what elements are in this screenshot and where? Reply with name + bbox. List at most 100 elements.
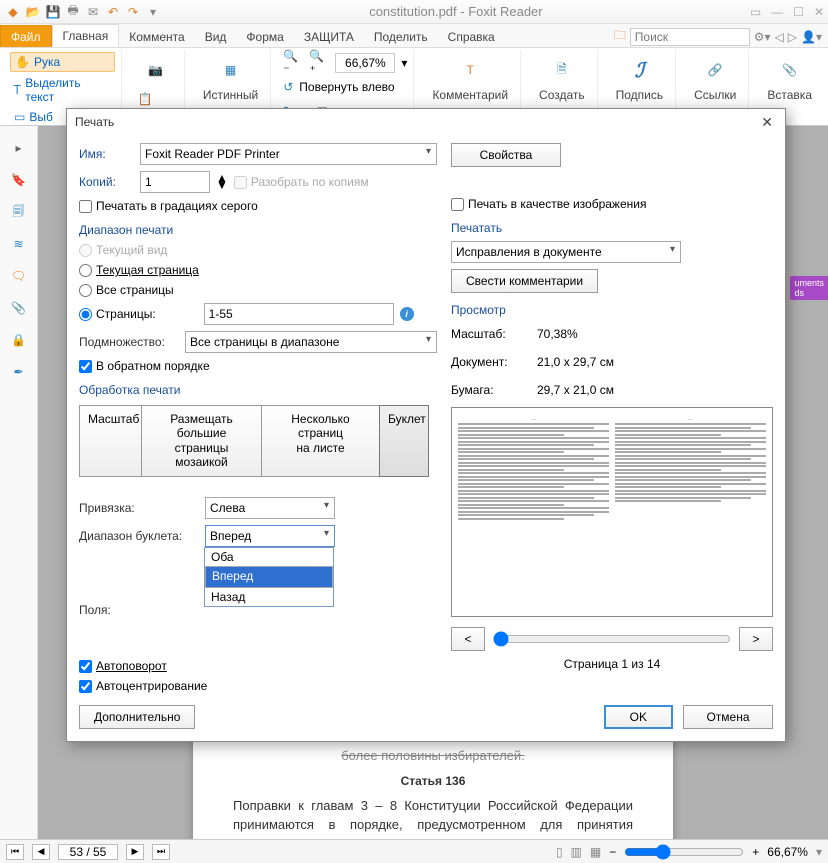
sidebar-expand-icon[interactable]: ▸: [7, 136, 31, 160]
security-icon[interactable]: 🔒: [7, 328, 31, 352]
tab-home[interactable]: Главная: [52, 24, 120, 47]
advanced-button[interactable]: Дополнительно: [79, 705, 195, 729]
select-text-label: Выделить текст: [25, 76, 111, 104]
settings-icon[interactable]: ⚙▾: [754, 30, 771, 44]
view-single-icon[interactable]: ▯: [556, 845, 563, 859]
autocenter-checkbox[interactable]: [79, 680, 92, 693]
ribbon-min-icon[interactable]: ▭: [750, 5, 761, 19]
all-pages-radio[interactable]: [79, 284, 92, 297]
reverse-checkbox[interactable]: [79, 360, 92, 373]
search-input[interactable]: [630, 28, 750, 46]
last-page-button[interactable]: ⏭: [152, 844, 170, 860]
preview-page-left: —: [458, 414, 609, 610]
layers-icon[interactable]: ≋: [7, 232, 31, 256]
sign-button[interactable]: ℐПодпись: [610, 52, 670, 104]
zoom-in-status-icon[interactable]: +: [752, 845, 759, 859]
bookmarks-icon[interactable]: 🔖: [7, 168, 31, 192]
zoom-in-icon[interactable]: 🔍⁺: [309, 49, 329, 77]
print-icon[interactable]: 🖶: [64, 3, 82, 21]
subset-select[interactable]: [185, 331, 437, 353]
booklet-range-dropdown[interactable]: Оба Вперед Назад: [204, 547, 334, 607]
insert-icon: 📎: [774, 54, 806, 86]
prev-page-button[interactable]: ◀: [32, 844, 50, 860]
handling-booklet-button[interactable]: Буклет: [379, 405, 429, 477]
tab-form[interactable]: Форма: [236, 26, 293, 47]
zoom-dropdown-icon[interactable]: ▾: [401, 56, 407, 70]
zoom-out-icon[interactable]: 🔍⁻: [283, 49, 303, 77]
pages-input[interactable]: [204, 303, 394, 325]
handling-multi-button[interactable]: Несколько страниц на листе: [261, 405, 379, 477]
redo-icon[interactable]: ↷: [124, 3, 142, 21]
print-as-image-label: Печать в качестве изображения: [468, 197, 646, 211]
tab-file[interactable]: Файл: [0, 25, 52, 47]
user-icon[interactable]: 👤▾: [801, 30, 822, 44]
email-icon[interactable]: ✉: [84, 3, 102, 21]
actual-size-button[interactable]: ▦Истинный: [197, 52, 264, 104]
zoom-slider[interactable]: [624, 844, 744, 860]
maximize-icon[interactable]: ☐: [793, 5, 804, 19]
clipboard-button[interactable]: 📋: [134, 90, 178, 108]
nav-back-icon[interactable]: ◁: [775, 30, 784, 44]
tab-share[interactable]: Поделить: [364, 26, 438, 47]
booklet-opt-front[interactable]: Вперед: [205, 566, 333, 588]
cancel-button[interactable]: Отмена: [683, 705, 773, 729]
handling-tile-button[interactable]: Размещать большие страницы мозаикой: [141, 405, 261, 477]
close-icon[interactable]: ✕: [814, 5, 824, 19]
tab-help[interactable]: Справка: [438, 26, 505, 47]
current-page-radio[interactable]: [79, 264, 92, 277]
properties-button[interactable]: Свойства: [451, 143, 561, 167]
preview-next-button[interactable]: >: [739, 627, 773, 651]
create-button[interactable]: 🗎Создать: [533, 52, 591, 104]
tab-comment[interactable]: Коммента: [119, 26, 195, 47]
dialog-close-button[interactable]: ✕: [757, 114, 777, 131]
save-icon[interactable]: 💾: [44, 3, 62, 21]
booklet-range-select[interactable]: [205, 525, 335, 547]
booklet-opt-both[interactable]: Оба: [205, 548, 333, 566]
binding-select[interactable]: [205, 497, 335, 519]
preview-prev-button[interactable]: <: [451, 627, 485, 651]
copies-input[interactable]: [140, 171, 210, 193]
qat-dropdown-icon[interactable]: ▾: [144, 3, 162, 21]
comment-button[interactable]: TКомментарий: [426, 52, 514, 104]
preview-slider[interactable]: [493, 631, 731, 647]
info-icon[interactable]: i: [400, 307, 414, 321]
insert-button[interactable]: 📎Вставка: [761, 52, 818, 104]
grayscale-checkbox[interactable]: [79, 200, 92, 213]
tab-view[interactable]: Вид: [195, 26, 237, 47]
links-button[interactable]: 🔗Ссылки: [688, 52, 742, 104]
print-as-image-checkbox[interactable]: [451, 198, 464, 211]
zoom-status-dropdown-icon[interactable]: ▾: [816, 845, 822, 859]
printer-select[interactable]: [140, 143, 437, 165]
open-icon[interactable]: 📂: [24, 3, 42, 21]
signatures-icon[interactable]: ✒: [7, 360, 31, 384]
comments-icon[interactable]: 🗨: [7, 264, 31, 288]
link-icon: 🔗: [699, 54, 731, 86]
side-tab[interactable]: umentsds: [790, 276, 828, 300]
summarize-button[interactable]: Свести комментарии: [451, 269, 598, 293]
booklet-opt-back[interactable]: Назад: [205, 588, 333, 606]
select-text-button[interactable]: ᎢВыделить текст: [10, 74, 115, 106]
minimize-icon[interactable]: —: [771, 5, 783, 19]
view-facing-icon[interactable]: ▦: [590, 845, 601, 859]
nav-fwd-icon[interactable]: ▷: [788, 30, 797, 44]
search-folder-icon[interactable]: 🗀: [614, 26, 626, 47]
snapshot-button[interactable]: 📷: [134, 52, 178, 88]
copies-down-icon[interactable]: ▼: [216, 182, 228, 189]
pages-icon[interactable]: 🗐: [7, 200, 31, 224]
hand-tool-button[interactable]: ✋Рука: [10, 52, 115, 72]
undo-icon[interactable]: ↶: [104, 3, 122, 21]
zoom-out-status-icon[interactable]: −: [609, 845, 616, 859]
rotate-left-icon[interactable]: ↺: [283, 80, 293, 94]
zoom-input[interactable]: [335, 53, 395, 73]
page-number-input[interactable]: [58, 844, 118, 860]
pages-radio[interactable]: [79, 308, 92, 321]
handling-scale-button[interactable]: Масштаб: [79, 405, 141, 477]
view-cont-icon[interactable]: ▥: [571, 845, 582, 859]
attachments-icon[interactable]: 📎: [7, 296, 31, 320]
next-page-button[interactable]: ▶: [126, 844, 144, 860]
ok-button[interactable]: OK: [604, 705, 673, 729]
print-what-select[interactable]: [451, 241, 681, 263]
first-page-button[interactable]: ⏮: [6, 844, 24, 860]
autorotate-checkbox[interactable]: [79, 660, 92, 673]
tab-protect[interactable]: ЗАЩИТА: [294, 26, 364, 47]
